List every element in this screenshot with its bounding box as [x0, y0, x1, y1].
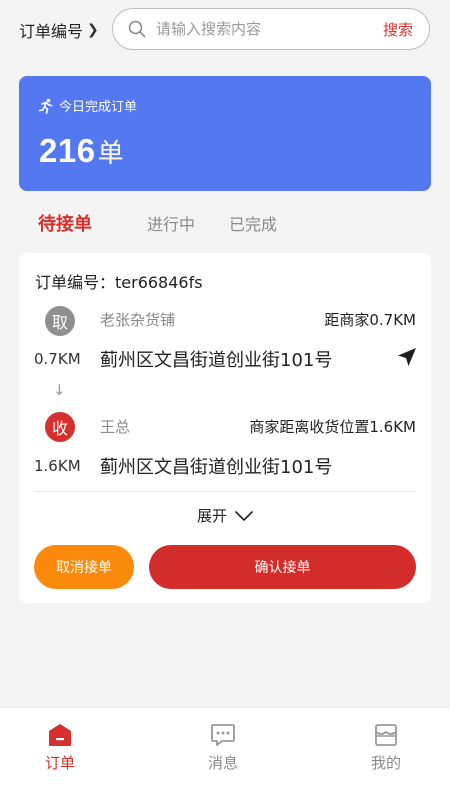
store-to-delivery-distance: 商家距离收货位置1.6KM: [249, 418, 416, 436]
count-unit: 单: [97, 139, 124, 169]
distance-to-store: 距商家0.7KM: [324, 311, 416, 329]
banner-caption-text: 今日完成订单: [59, 100, 138, 115]
order-card: 订单编号：ter66846fs 取 老张杂货铺 距商家0.7KM 0.7KM 蓟…: [19, 253, 431, 603]
running-person-icon: [38, 98, 53, 114]
bottom-navigation: 订单 消息 我的: [0, 707, 450, 800]
receiver-name: 王总: [100, 418, 131, 436]
completed-order-count: 216 单: [39, 132, 124, 170]
expand-label: 展开: [196, 507, 227, 525]
search-button[interactable]: 搜索: [383, 19, 413, 40]
nav-orders[interactable]: 订单: [20, 722, 100, 773]
confirm-order-button[interactable]: 确认接单: [149, 545, 416, 589]
top-bar: 订单编号 ❯ 搜索: [0, 0, 450, 62]
today-completed-banner: 今日完成订单 216 单: [19, 76, 431, 191]
nav-messages[interactable]: 消息: [183, 722, 263, 773]
chevron-right-icon: ❯: [87, 22, 99, 38]
pickup-store-name: 老张杂货铺: [100, 311, 176, 329]
receive-address: 蓟州区文昌街道创业街101号: [100, 457, 333, 478]
tab-pending[interactable]: 待接单: [38, 210, 92, 236]
pickup-km: 0.7KM: [34, 350, 81, 368]
count-number: 216: [39, 132, 96, 169]
search-bar: 搜索: [112, 8, 430, 50]
chevron-down-icon: [235, 510, 253, 521]
house-icon: [49, 724, 71, 746]
search-input[interactable]: [156, 20, 383, 38]
nav-profile-label: 我的: [370, 754, 401, 772]
receive-km: 1.6KM: [34, 457, 81, 475]
order-filter-label: 订单编号: [19, 22, 84, 41]
nav-profile[interactable]: 我的: [346, 722, 426, 773]
banner-caption: 今日完成订单: [38, 96, 137, 115]
expand-toggle[interactable]: 展开: [19, 505, 431, 526]
order-number: 订单编号：ter66846fs: [35, 273, 203, 292]
arrow-down-icon: ↓: [53, 381, 66, 399]
receive-badge: 收: [45, 412, 75, 442]
pickup-badge: 取: [45, 306, 75, 336]
chat-bubble-icon: [211, 724, 235, 746]
nav-messages-label: 消息: [207, 754, 238, 772]
pickup-address: 蓟州区文昌街道创业街101号: [100, 350, 333, 371]
navigation-arrow-icon[interactable]: [397, 347, 417, 367]
search-icon: [128, 20, 146, 38]
nav-orders-label: 订单: [44, 754, 75, 772]
divider: [34, 491, 416, 492]
profile-icon: [375, 724, 397, 746]
order-number-filter[interactable]: 订单编号 ❯: [19, 18, 99, 42]
tab-completed[interactable]: 已完成: [229, 211, 277, 235]
tab-in-progress[interactable]: 进行中: [147, 211, 195, 235]
cancel-order-button[interactable]: 取消接单: [34, 545, 134, 589]
